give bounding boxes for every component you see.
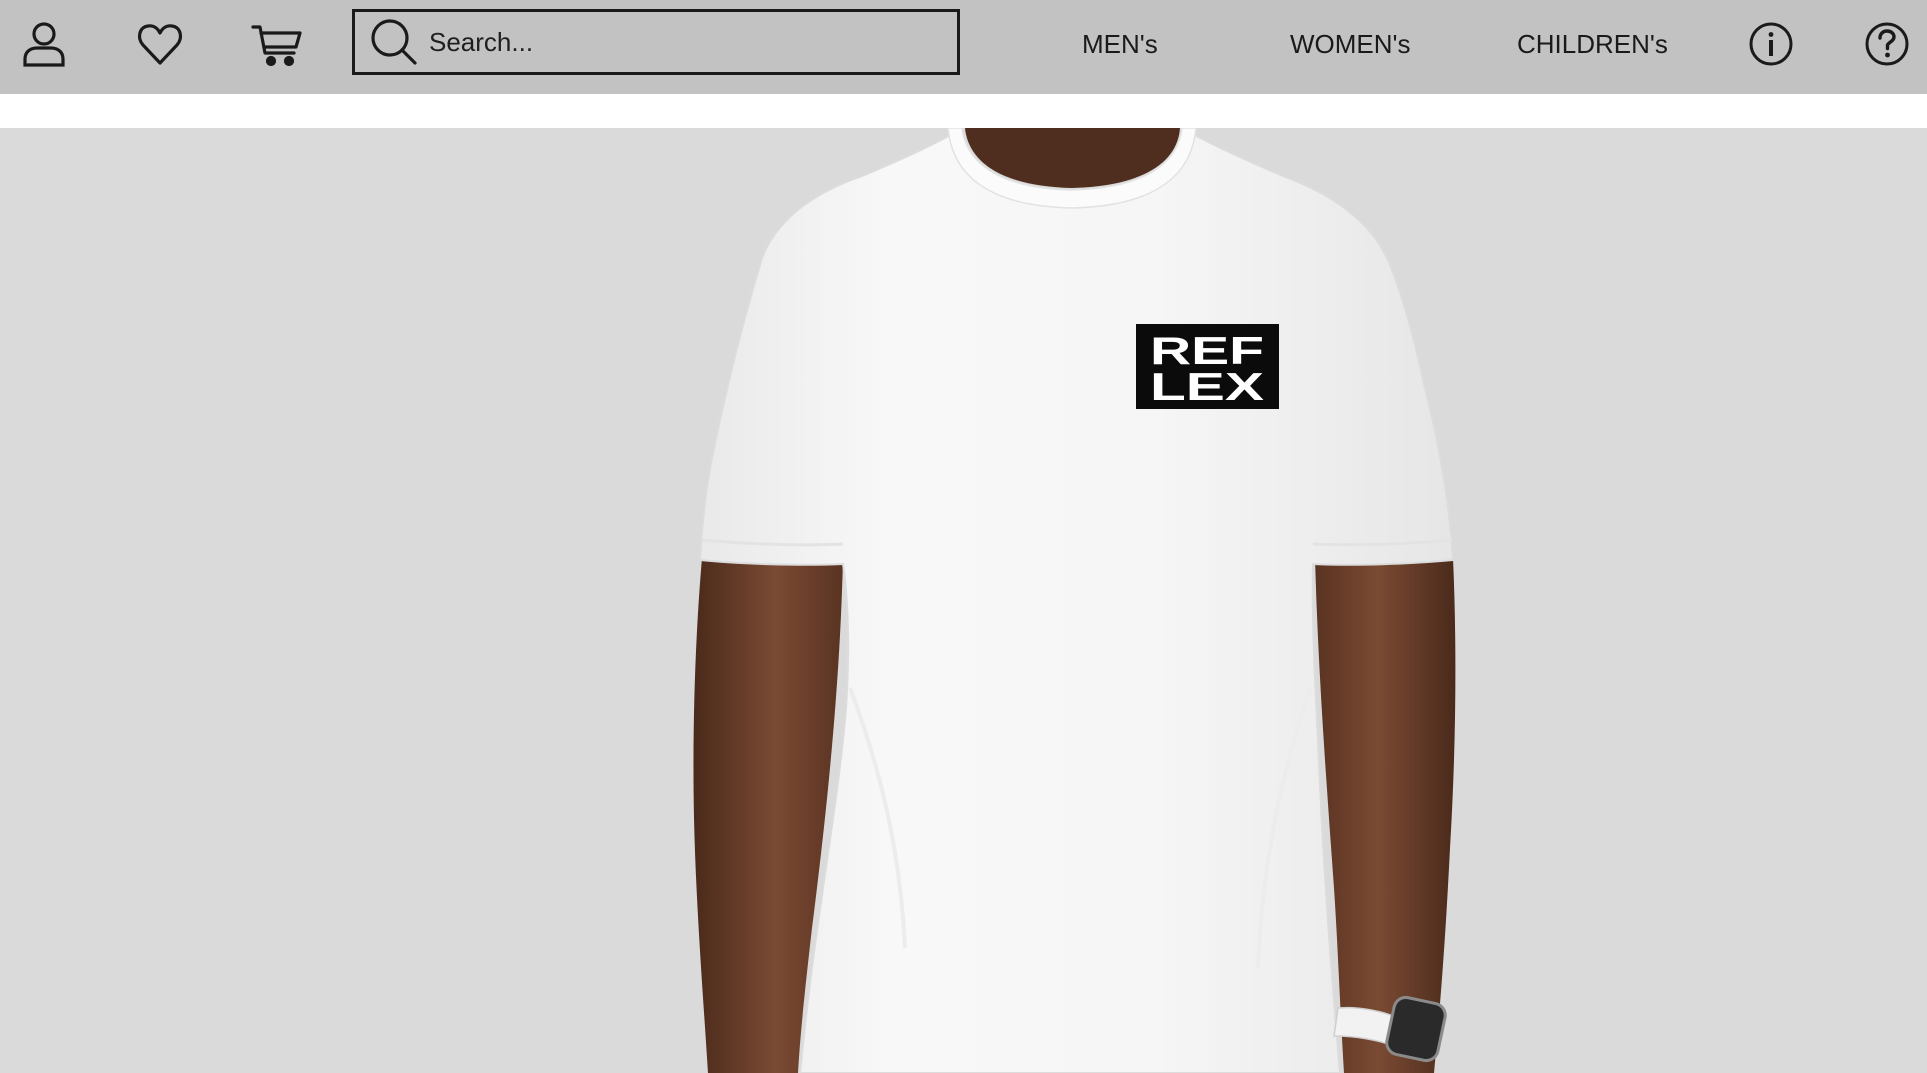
cart-icon: [251, 25, 302, 67]
account-button[interactable]: [15, 15, 73, 73]
info-button[interactable]: [1742, 15, 1800, 73]
model-tshirt-photo: REF LEX: [693, 128, 1456, 1073]
search-input[interactable]: [429, 17, 949, 67]
help-button[interactable]: [1858, 15, 1916, 73]
wishlist-button[interactable]: [131, 15, 189, 73]
logo-line2: LEX: [1150, 366, 1264, 409]
search-bar[interactable]: [352, 9, 960, 75]
user-icon: [23, 22, 65, 67]
hero-product-image: REF LEX: [0, 128, 1927, 1073]
model-right-arm: [1315, 558, 1456, 1073]
header-divider-strip: [0, 94, 1927, 128]
info-icon: [1749, 22, 1793, 66]
nav-womens[interactable]: WOMEN's: [1290, 24, 1411, 64]
nav-mens[interactable]: MEN's: [1082, 24, 1158, 64]
heart-icon: [137, 24, 183, 65]
reflex-logo: REF LEX: [1136, 324, 1279, 409]
help-icon: [1865, 22, 1909, 66]
search-icon[interactable]: [369, 17, 419, 67]
top-navigation-bar: MEN's WOMEN's CHILDREN's: [0, 0, 1927, 94]
nav-childrens[interactable]: CHILDREN's: [1517, 24, 1668, 64]
cart-button[interactable]: [248, 15, 306, 73]
